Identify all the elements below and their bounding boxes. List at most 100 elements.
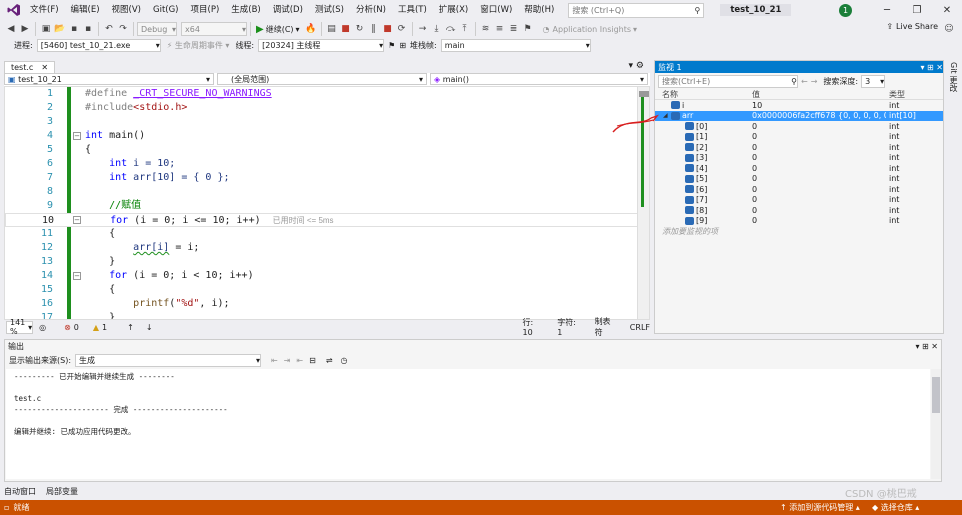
search-forward-icon[interactable]: →: [811, 77, 818, 86]
watch-var-value[interactable]: 0: [749, 132, 886, 141]
code-line[interactable]: 12 arr[i] = i;: [5, 241, 645, 255]
close-icon[interactable]: ✕: [932, 5, 962, 16]
scope-select[interactable]: (全局范围) ▾: [217, 73, 427, 85]
watch-var-value[interactable]: 0: [749, 216, 886, 225]
code-line[interactable]: 6 int i = 10;: [5, 157, 645, 171]
code-line[interactable]: 13 }: [5, 255, 645, 269]
error-icon[interactable]: ⊗: [64, 323, 71, 332]
find-message-icon[interactable]: ⇤: [271, 356, 278, 365]
back-icon[interactable]: ◀: [4, 22, 18, 36]
output-source-select[interactable]: 生成 ▾: [75, 353, 262, 367]
watch-row[interactable]: [0] 0 int: [655, 121, 943, 132]
hot-reload-icon[interactable]: 🔥: [304, 22, 318, 36]
code-line[interactable]: 11 {: [5, 227, 645, 241]
watch-var-value[interactable]: 0: [749, 153, 886, 162]
step-out-icon[interactable]: ⤒: [458, 22, 472, 36]
line-indicator[interactable]: 行: 10: [523, 317, 544, 337]
menu-item-6[interactable]: 调试(D): [267, 0, 309, 20]
code-line[interactable]: 5{: [5, 143, 645, 157]
live-share-button[interactable]: ⇪ Live Share: [886, 22, 938, 31]
config-select[interactable]: Debug ▾: [137, 22, 177, 36]
depth-select[interactable]: 3 ▾: [861, 74, 886, 88]
code-line[interactable]: 8: [5, 185, 645, 199]
menu-item-12[interactable]: 帮助(H): [518, 0, 560, 20]
thread-flag-icon[interactable]: ⚑: [388, 41, 395, 50]
bottom-tab-1[interactable]: 局部变量: [46, 486, 78, 497]
repo-select-button[interactable]: ◆ 选择仓库 ▴: [872, 502, 919, 513]
stop-debug-icon[interactable]: ■: [381, 22, 395, 36]
save-icon[interactable]: ▪: [67, 22, 81, 36]
menu-item-10[interactable]: 扩展(X): [433, 0, 474, 20]
new-item-icon[interactable]: ▣: [39, 22, 53, 36]
search-back-icon[interactable]: ←: [801, 77, 808, 86]
bottom-tab-0[interactable]: 自动窗口: [4, 486, 36, 497]
platform-select[interactable]: x64 ▾: [181, 22, 247, 36]
menu-item-1[interactable]: 编辑(E): [65, 0, 106, 20]
save-all-icon[interactable]: ▪: [81, 22, 95, 36]
code-line[interactable]: 16 printf("%d", i);: [5, 297, 645, 311]
menu-item-9[interactable]: 工具(T): [392, 0, 433, 20]
down-arrow-icon[interactable]: ↓: [146, 323, 153, 332]
watch-row[interactable]: [1] 0 int: [655, 132, 943, 143]
undo-icon[interactable]: ↶: [102, 22, 116, 36]
process-select[interactable]: [5460] test_10_21.exe ▾: [36, 38, 161, 52]
code-line[interactable]: 9 //赋值: [5, 199, 645, 213]
tab-close-icon[interactable]: ✕: [41, 63, 48, 72]
code-line[interactable]: 3: [5, 115, 645, 129]
menu-item-0[interactable]: 文件(F): [24, 0, 65, 20]
watch-row[interactable]: [8] 0 int: [655, 205, 943, 216]
up-arrow-icon[interactable]: ↑: [127, 323, 134, 332]
output-scrollbar[interactable]: [931, 369, 941, 479]
notification-badge[interactable]: 1: [839, 3, 852, 17]
step-over-icon[interactable]: ⤼: [444, 22, 458, 36]
code-line[interactable]: 15 {: [5, 283, 645, 297]
watch-var-value[interactable]: 0: [749, 164, 886, 173]
code-line[interactable]: 1 #define _CRT_SECURE_NO_WARNINGS: [5, 87, 645, 101]
watch-row[interactable]: [4] 0 int: [655, 163, 943, 174]
diagnostics-icon[interactable]: ▤: [325, 22, 339, 36]
watch-var-value[interactable]: 0: [749, 185, 886, 194]
restart-debug-icon[interactable]: ⟳: [395, 22, 409, 36]
feedback-icon[interactable]: ☺: [942, 22, 956, 36]
menu-item-3[interactable]: Git(G): [147, 0, 185, 20]
show-next-statement-icon[interactable]: →: [416, 22, 430, 36]
watch-window-controls[interactable]: ▾ ⊞ ✕: [920, 63, 943, 72]
fold-toggle-icon[interactable]: −: [73, 272, 81, 280]
redo-icon[interactable]: ↷: [116, 22, 130, 36]
menu-item-5[interactable]: 生成(B): [225, 0, 266, 20]
intellicode-icon[interactable]: ◎: [39, 323, 46, 332]
watch-row[interactable]: i 10 int: [655, 100, 943, 111]
bookmark-icon[interactable]: ⚑: [521, 22, 535, 36]
code-line[interactable]: 2 #include<stdio.h>: [5, 101, 645, 115]
watch-row[interactable]: [3] 0 int: [655, 153, 943, 164]
watch-row[interactable]: [9] 0 int: [655, 216, 943, 227]
watch-row[interactable]: [7] 0 int: [655, 195, 943, 206]
menu-item-7[interactable]: 测试(S): [309, 0, 350, 20]
fold-toggle-icon[interactable]: −: [73, 216, 81, 224]
menu-item-8[interactable]: 分析(N): [350, 0, 392, 20]
step-into-icon[interactable]: ⤓: [430, 22, 444, 36]
pause-icon[interactable]: ‖: [367, 22, 381, 36]
watch-search-input[interactable]: 搜索(Ctrl+E) ⚲: [658, 74, 798, 88]
watch-row[interactable]: [2] 0 int: [655, 142, 943, 153]
stack-frame-select[interactable]: main ▾: [440, 38, 591, 52]
watch-var-value[interactable]: 0: [749, 143, 886, 152]
watch-var-value[interactable]: 0: [749, 174, 886, 183]
search-input[interactable]: 搜索 (Ctrl+Q) ⚲: [568, 2, 705, 18]
code-line[interactable]: 14 for (i = 0; i < 10; i++): [5, 269, 645, 283]
tabs-mode[interactable]: 制表符: [595, 316, 616, 338]
clock-icon[interactable]: ◷: [341, 356, 348, 365]
prev-message-icon[interactable]: ⇤: [296, 356, 303, 365]
code-line[interactable]: 4 int main(): [5, 129, 645, 143]
git-changes-tab[interactable]: Git 更改: [948, 62, 959, 92]
watch-var-value[interactable]: 0x0000006fa2cff678 {0, 0, 0, 0, 0, 0, 0,…: [749, 111, 886, 120]
zoom-select[interactable]: 141 % ▾: [6, 318, 34, 336]
forward-icon[interactable]: ▶: [18, 22, 32, 36]
uncomment-icon[interactable]: ≣: [507, 22, 521, 36]
clear-all-icon[interactable]: ⊟: [309, 356, 316, 365]
stop-icon[interactable]: ■: [339, 22, 353, 36]
restore-icon[interactable]: ❐: [902, 5, 932, 16]
continue-button[interactable]: ▶ 继续(C) ▾: [256, 24, 300, 35]
watch-add-item[interactable]: 添加要监视的项: [655, 226, 943, 237]
lifecycle-events-button[interactable]: ⚡ 生命周期事件 ▾: [167, 40, 230, 51]
